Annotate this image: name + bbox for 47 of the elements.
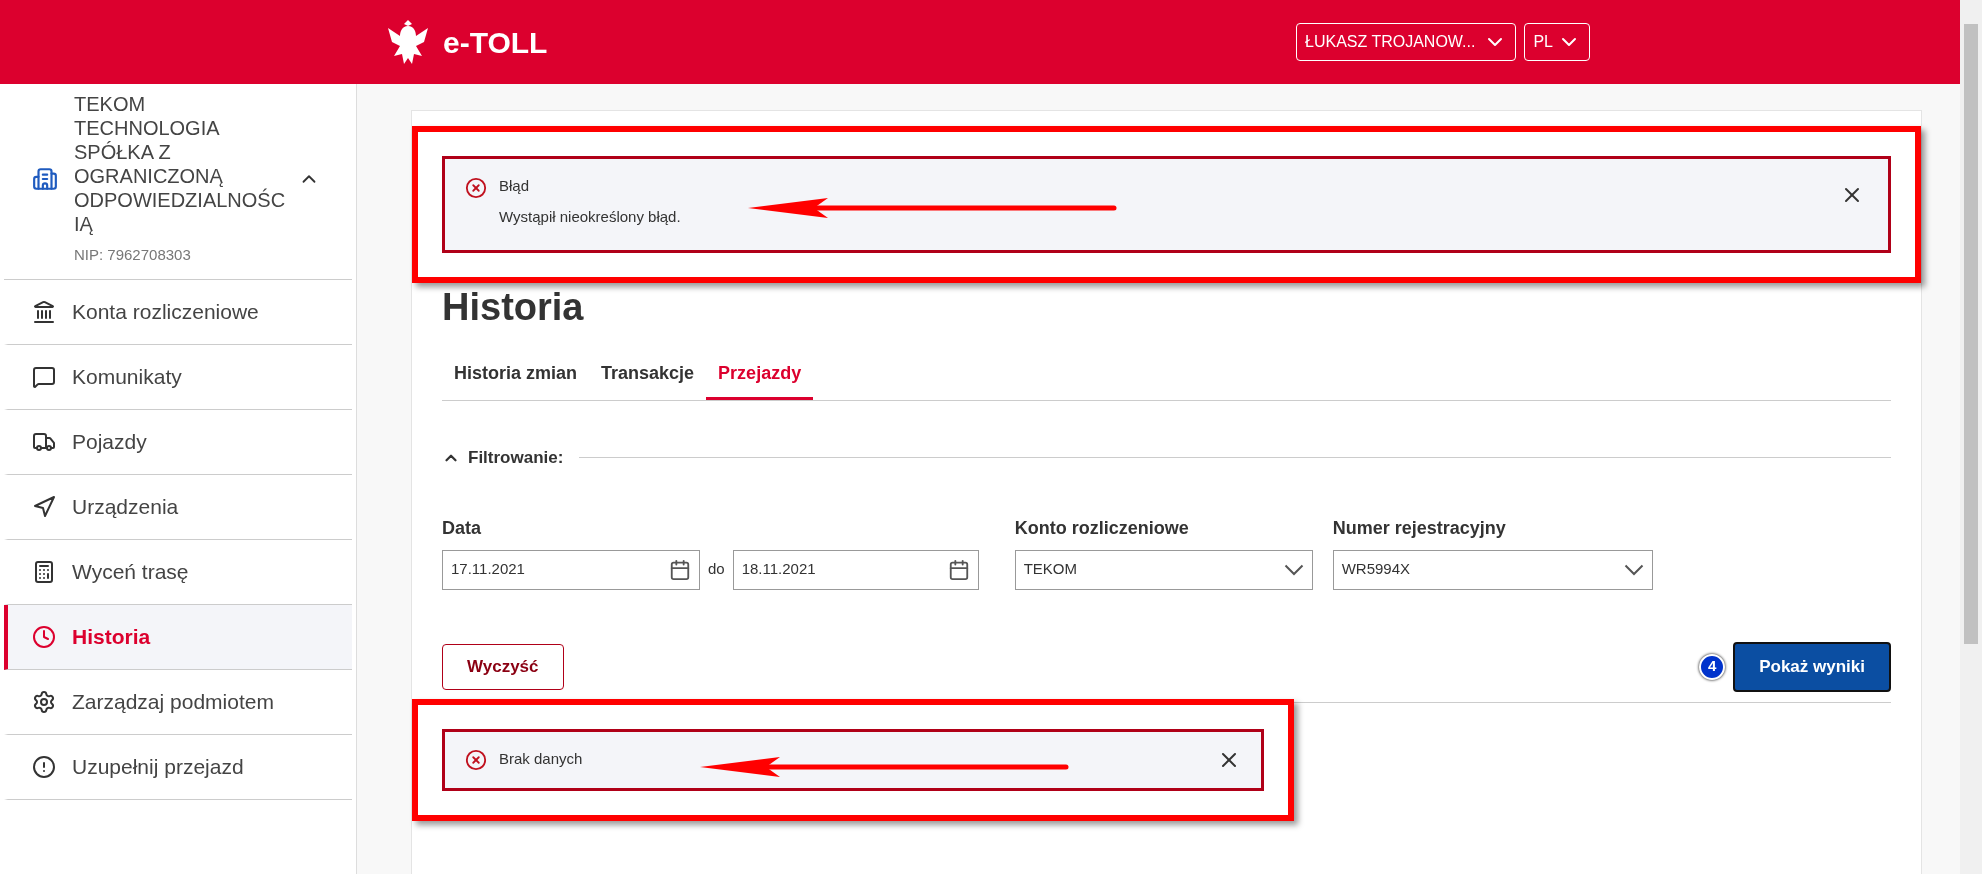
alert-message: Brak danych (499, 749, 583, 770)
filter-title: Filtrowanie: (468, 447, 564, 469)
clock-icon (32, 624, 56, 649)
scrollbar[interactable] (1960, 0, 1982, 874)
field-label: Data (442, 516, 482, 540)
tab[interactable]: Transakcje (589, 350, 707, 400)
calculator-icon (32, 559, 56, 584)
sidebar-item[interactable]: Konta rozliczeniowe (4, 279, 352, 345)
company-name: TEKOM TECHNOLOGIA SPÓŁKA Z OGRANICZONĄ ODPOWIEDZIALNOŚC IĄ (74, 92, 287, 236)
bank-icon (32, 299, 56, 324)
chevron-down-icon (1623, 563, 1644, 576)
sidebar-item[interactable]: Komunikaty (4, 344, 352, 410)
field-label: Numer rejestracyjny (1332, 516, 1507, 540)
error-icon (465, 748, 487, 771)
chat-icon (32, 364, 56, 389)
sidebar-item[interactable]: Urządzenia (4, 474, 352, 540)
tab[interactable]: Historia zmian (442, 350, 590, 400)
user-menu[interactable]: ŁUKASZ TROJANOW... (1296, 23, 1517, 61)
alert-title: Błąd (499, 176, 531, 196)
calendar-icon[interactable] (669, 558, 691, 581)
sidebar-item[interactable]: Pojazdy (4, 409, 352, 475)
step-badge: 4 (1699, 653, 1726, 680)
sidebar-item[interactable]: Wyceń trasę (4, 539, 352, 605)
show-results-button[interactable]: Pokaż wyniki (1733, 641, 1891, 692)
page-heading: Historia (442, 285, 585, 330)
settings-icon (32, 689, 56, 714)
sidebar-item[interactable]: Historia (4, 604, 352, 670)
building-icon (32, 166, 58, 193)
sidebar-item[interactable]: Uzupełnij przejazd (4, 734, 352, 800)
alert-icon (32, 754, 56, 779)
clear-button[interactable]: Wyczyść (442, 643, 564, 690)
navigation-icon (32, 494, 56, 519)
error-icon (465, 177, 487, 199)
account-select[interactable]: TEKOM (1014, 549, 1313, 590)
tab[interactable]: Przejazdy (706, 350, 814, 400)
alert-message: Wystąpił nieokreślony błąd. (499, 206, 681, 227)
plate-select[interactable]: WR5994X (1332, 549, 1653, 590)
company-nip: NIP: 7962708303 (74, 245, 192, 265)
field-label: Konto rozliczeniowe (1014, 516, 1190, 540)
date-field[interactable]: 17.11.2021 (442, 549, 700, 590)
language-menu[interactable]: PL (1524, 23, 1590, 61)
date-field[interactable]: 18.11.2021 (732, 549, 979, 590)
sidebar-item[interactable]: Zarządzaj podmiotem (4, 669, 352, 735)
date-separator: do (708, 559, 725, 580)
chevron-down-icon (1283, 563, 1304, 576)
logo-text: e-TOLL (443, 24, 548, 61)
calendar-icon[interactable] (947, 558, 970, 581)
